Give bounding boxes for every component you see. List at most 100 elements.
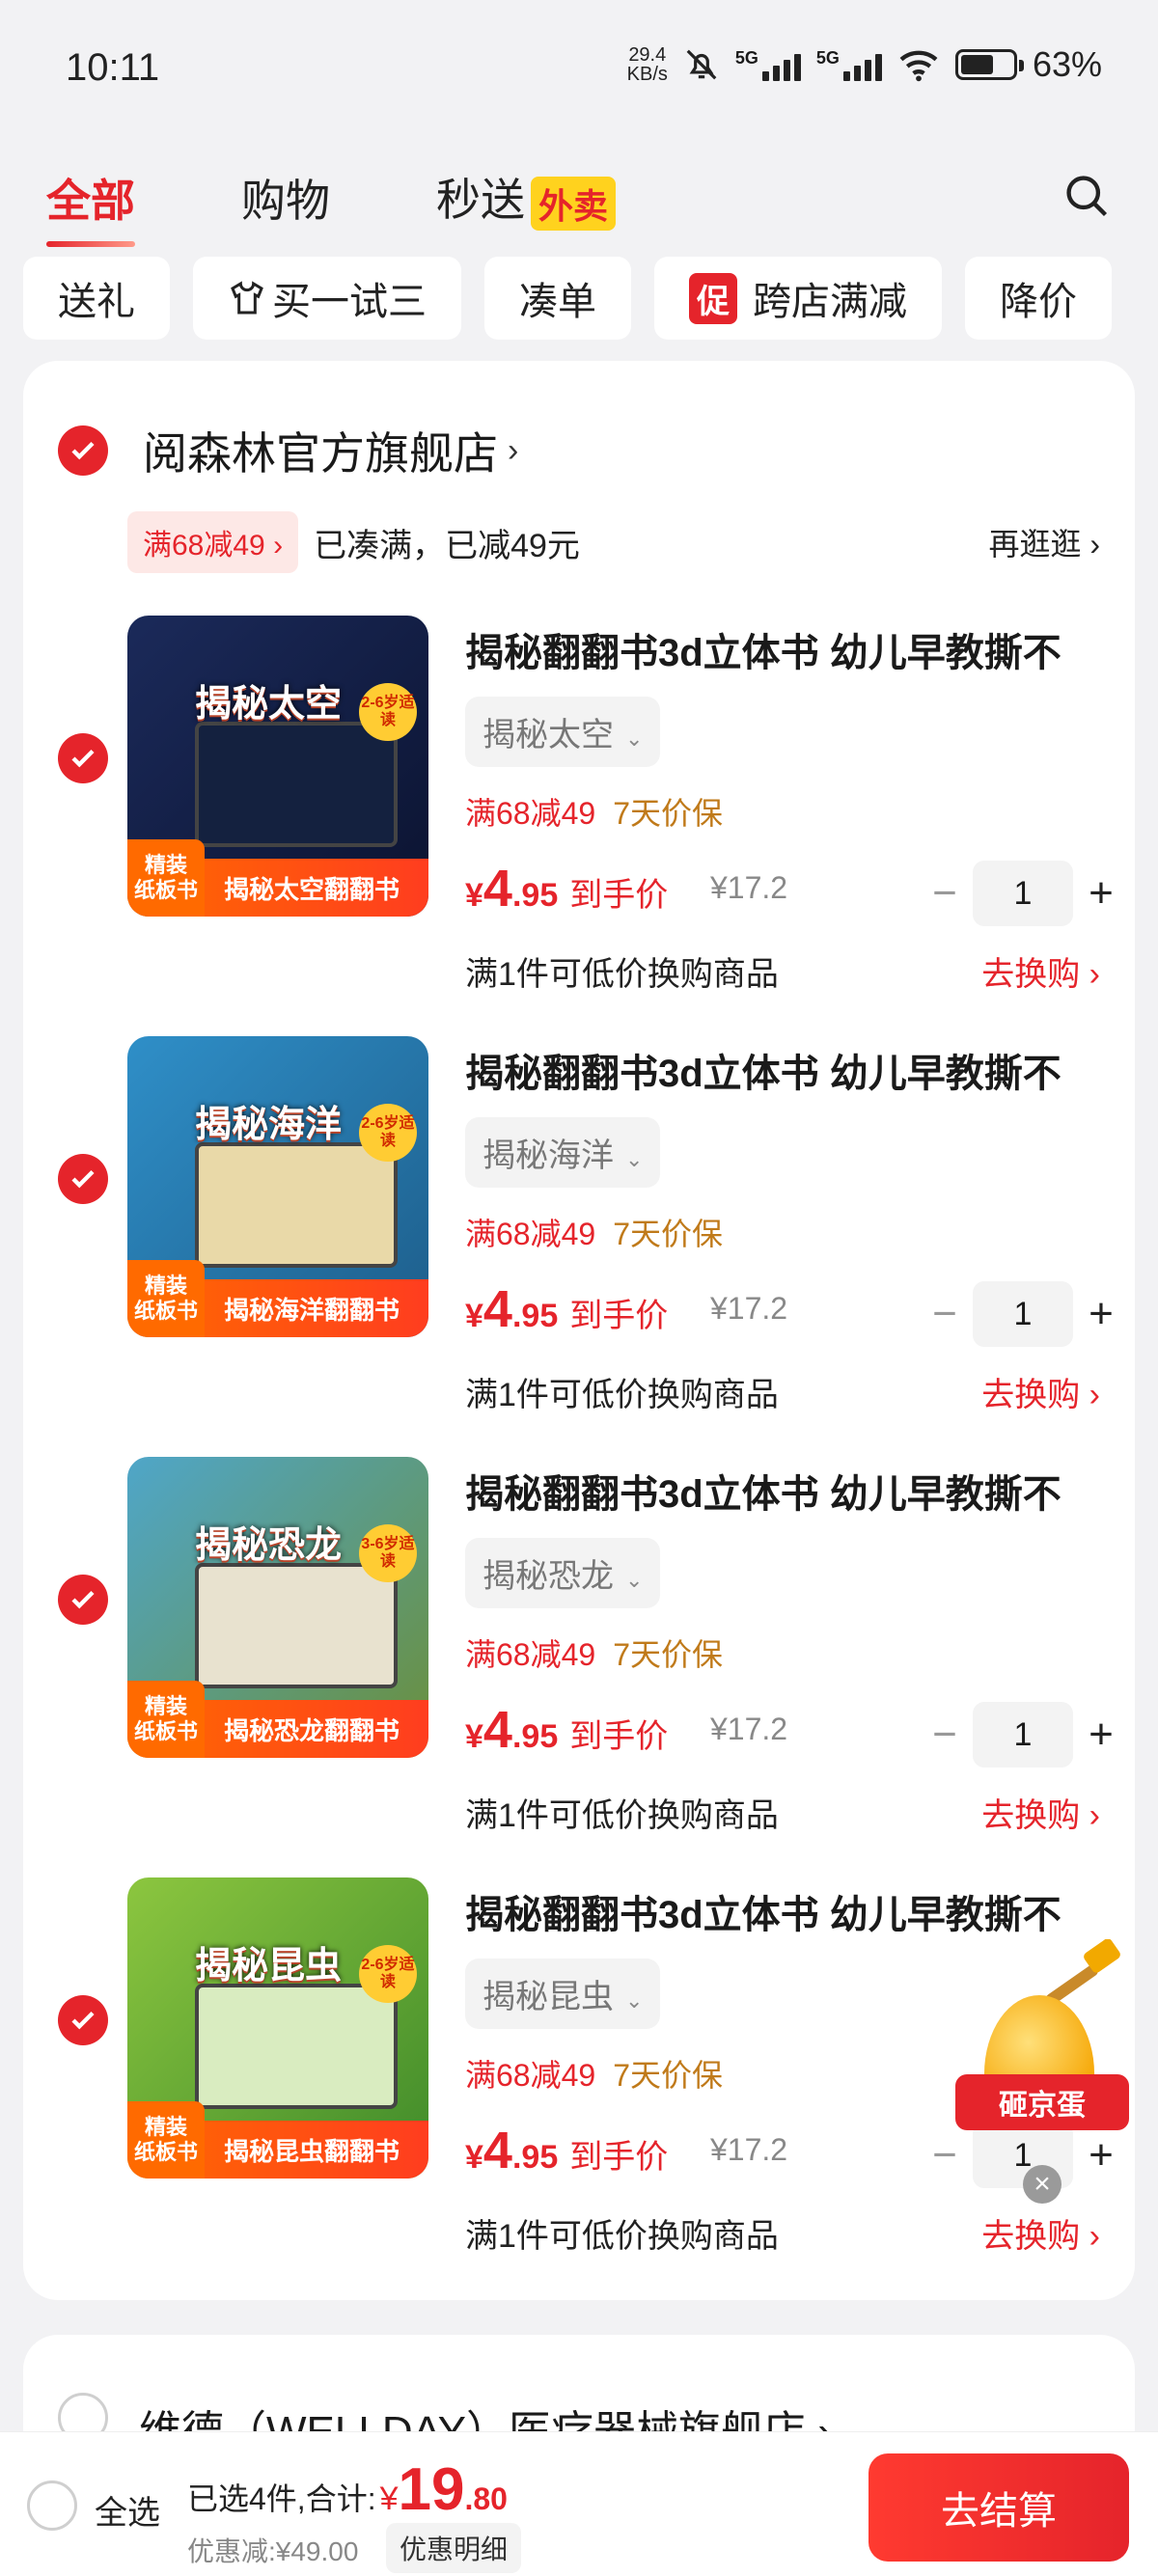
spec-selector[interactable]: 揭秘太空 ⌄ — [465, 697, 661, 767]
chip-bundle-label: 凑单 — [519, 281, 596, 323]
spec-value: 揭秘恐龙 — [482, 1558, 614, 1595]
chip-gift[interactable]: 送礼 — [23, 257, 170, 340]
spec-selector[interactable]: 揭秘海洋 ⌄ — [465, 1117, 661, 1188]
exchange-text: 满1件可低价换购商品 — [465, 2218, 779, 2255]
quantity-input[interactable]: 1 — [973, 1281, 1073, 1347]
spec-value: 揭秘昆虫 — [482, 1979, 614, 2015]
product-image[interactable]: 揭秘恐龙 3-6岁适读 揭秘恐龙翻翻书 精装 纸板书 — [127, 1457, 428, 1758]
product-image[interactable]: 揭秘太空 2-6岁适读 揭秘太空翻翻书 精装 纸板书 — [127, 616, 428, 917]
original-price: ¥17.2 — [710, 1291, 788, 1326]
product-title[interactable]: 揭秘翻翻书3d立体书 幼儿早教撕不 — [465, 1463, 1121, 1519]
price-protect-tag: 7天价保 — [613, 796, 724, 831]
price-integer: 4 — [482, 2122, 512, 2179]
item-checkbox[interactable] — [58, 733, 108, 783]
product-image[interactable]: 揭秘昆虫 2-6岁适读 揭秘昆虫翻翻书 精装 纸板书 — [127, 1877, 428, 2179]
hardcover-badge-line1: 精装 — [144, 853, 187, 877]
chip-cross-store-discount[interactable]: 促跨店满减 — [654, 257, 942, 340]
tab-all[interactable]: 全部 — [46, 166, 135, 247]
smash-egg-widget[interactable]: 砸京蛋 × — [955, 1939, 1129, 2204]
search-icon[interactable] — [1062, 171, 1112, 221]
promo-tags: 满68减49 7天价保 — [465, 1210, 723, 1254]
age-badge: 2-6岁适读 — [359, 1104, 417, 1162]
spec-selector[interactable]: 揭秘昆虫 ⌄ — [465, 1959, 661, 2029]
item-checkbox[interactable] — [58, 1575, 108, 1625]
quantity-input[interactable]: 1 — [973, 1702, 1073, 1768]
promo-tags: 满68减49 7天价保 — [465, 1631, 723, 1675]
spec-value: 揭秘海洋 — [482, 1137, 614, 1174]
price-currency: ¥ — [465, 877, 483, 914]
select-all-label[interactable]: 全选 — [95, 2486, 160, 2534]
price-currency: ¥ — [465, 1298, 483, 1334]
promo-tag[interactable]: 满68减49 › — [127, 511, 299, 573]
close-icon[interactable]: × — [1023, 2165, 1062, 2204]
decrease-button[interactable]: − — [921, 1711, 969, 1759]
product-title[interactable]: 揭秘翻翻书3d立体书 幼儿早教撕不 — [465, 1042, 1121, 1098]
increase-button[interactable]: + — [1077, 869, 1125, 918]
signal-icon: 5G — [735, 48, 801, 81]
age-badge: 2-6岁适读 — [359, 683, 417, 741]
takeout-badge: 外卖 — [531, 176, 617, 231]
tab-instant-delivery-label: 秒送 — [436, 175, 525, 226]
hardcover-badge: 精装 纸板书 — [127, 1260, 205, 1337]
chip-price-drop-label: 降价 — [1000, 281, 1077, 323]
product-image[interactable]: 揭秘海洋 2-6岁适读 揭秘海洋翻翻书 精装 纸板书 — [127, 1036, 428, 1337]
network-speed-unit: KB/s — [626, 64, 668, 85]
total-currency: ¥ — [379, 2480, 399, 2517]
product-title[interactable]: 揭秘翻翻书3d立体书 幼儿早教撕不 — [465, 1883, 1121, 1939]
chevron-down-icon: ⌄ — [625, 1568, 644, 1592]
increase-button[interactable]: + — [1077, 1290, 1125, 1338]
price-currency: ¥ — [465, 1718, 483, 1755]
age-badge: 2-6岁适读 — [359, 1945, 417, 2003]
price-protect-tag: 7天价保 — [613, 1217, 724, 1251]
chip-buy-one-try-three[interactable]: 买一试三 — [193, 257, 461, 340]
chip-buy-one-try-three-label: 买一试三 — [272, 281, 427, 323]
total-decimal: .80 — [464, 2481, 508, 2516]
product-title[interactable]: 揭秘翻翻书3d立体书 幼儿早教撕不 — [465, 621, 1121, 677]
item-checkbox[interactable] — [58, 1154, 108, 1204]
price-label: 到手价 — [569, 1718, 669, 1755]
network-speed: 29.4 KB/s — [627, 45, 668, 84]
product-image-strip-text: 揭秘昆虫翻翻书 — [224, 2136, 400, 2166]
increase-button[interactable]: + — [1077, 1711, 1125, 1759]
original-price: ¥17.2 — [710, 2132, 788, 2167]
status-icons: 29.4 KB/s 5G 5G 63% — [627, 44, 1102, 85]
exchange-link[interactable]: 去换购 › — [981, 2209, 1100, 2257]
chip-bundle[interactable]: 凑单 — [484, 257, 631, 340]
chevron-down-icon: ⌄ — [625, 726, 644, 751]
product-image-inner — [195, 1563, 398, 1688]
browse-more-link[interactable]: 再逛逛 › — [988, 520, 1100, 564]
store-checkbox[interactable] — [58, 425, 108, 476]
original-price: ¥17.2 — [710, 870, 788, 905]
hardcover-badge-line2: 纸板书 — [133, 1719, 198, 1743]
wifi-icon — [899, 50, 938, 82]
checkout-bar: 全选 已选4件,合计: ¥ 19 .80 优惠减:¥49.00 优惠明细 去结算 — [0, 2431, 1158, 2576]
chevron-down-icon: ⌄ — [625, 1988, 644, 2013]
exchange-link[interactable]: 去换购 › — [981, 947, 1100, 995]
product-image-strip-text: 揭秘太空翻翻书 — [224, 874, 400, 904]
product-image-inner — [195, 1984, 398, 2109]
promo-status-text: 已凑满，已减49元 — [314, 527, 580, 564]
final-price: ¥4.95 到手价 — [465, 1279, 668, 1339]
price-label: 到手价 — [569, 1298, 669, 1334]
price-currency: ¥ — [465, 2139, 483, 2176]
tab-instant-delivery[interactable]: 秒送 外卖 — [436, 165, 617, 231]
spec-selector[interactable]: 揭秘恐龙 ⌄ — [465, 1538, 661, 1608]
store-header[interactable]: 阅森林官方旗舰店 › — [58, 419, 518, 482]
item-checkbox[interactable] — [58, 1995, 108, 2045]
price-label: 到手价 — [569, 877, 669, 914]
exchange-link[interactable]: 去换购 › — [981, 1789, 1100, 1836]
tab-shopping[interactable]: 购物 — [241, 166, 330, 230]
discount-detail-button[interactable]: 优惠明细 — [386, 2523, 522, 2573]
exchange-link[interactable]: 去换购 › — [981, 1368, 1100, 1415]
store-name[interactable]: 阅森林官方旗舰店 — [143, 419, 498, 482]
hardcover-badge: 精装 纸板书 — [127, 839, 205, 917]
quantity-input[interactable]: 1 — [973, 861, 1073, 926]
select-all-checkbox[interactable] — [27, 2480, 77, 2531]
decrease-button[interactable]: − — [921, 869, 969, 918]
final-price: ¥4.95 到手价 — [465, 859, 668, 918]
decrease-button[interactable]: − — [921, 1290, 969, 1338]
cart-tabs: 全部 购物 秒送 外卖 — [46, 159, 1119, 247]
hardcover-badge-line2: 纸板书 — [133, 2140, 198, 2164]
checkout-button[interactable]: 去结算 — [868, 2453, 1129, 2562]
chip-price-drop[interactable]: 降价 — [965, 257, 1112, 340]
